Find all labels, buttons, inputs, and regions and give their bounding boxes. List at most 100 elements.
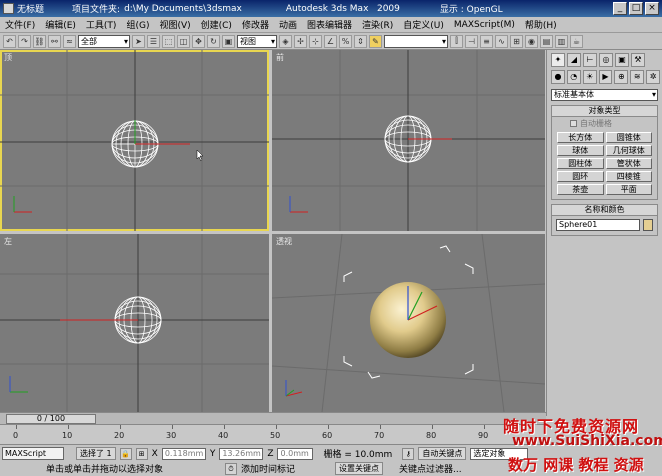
utilities-tab-icon[interactable]: ⚒ <box>631 53 645 67</box>
key-filters-button[interactable]: 关键点过滤器... <box>399 462 462 475</box>
maxscript-listener[interactable]: MAXScript <box>2 447 64 460</box>
select-object-icon[interactable]: ➤ <box>132 34 145 48</box>
select-by-name-icon[interactable]: ☰ <box>147 34 160 48</box>
cone-button[interactable]: 圆锥体 <box>605 132 652 143</box>
viewport-perspective[interactable]: 透视 <box>272 234 545 412</box>
quick-render-icon[interactable]: ☕ <box>570 34 583 48</box>
menu-tools[interactable]: 工具(T) <box>81 18 122 31</box>
select-scale-icon[interactable]: ▣ <box>222 34 235 48</box>
name-color-header[interactable]: 名称和颜色 <box>552 205 657 216</box>
snap-toggle-icon[interactable]: ⊹ <box>309 34 322 48</box>
object-name-field[interactable]: Sphere01 <box>556 219 640 231</box>
menu-file[interactable]: 文件(F) <box>0 18 40 31</box>
maximize-button[interactable]: □ <box>629 2 643 15</box>
named-selection-icon[interactable]: ✎ <box>369 34 382 48</box>
display-tab-icon[interactable]: ▣ <box>615 53 629 67</box>
absolute-mode-icon[interactable]: ⊞ <box>135 447 148 460</box>
viewport-left[interactable]: 左 <box>0 234 269 412</box>
unlink-icon[interactable]: ⚯ <box>48 34 61 48</box>
menu-animation[interactable]: 动画 <box>274 18 302 31</box>
geosphere-button[interactable]: 几何球体 <box>605 145 652 156</box>
object-color-swatch[interactable] <box>643 219 653 231</box>
autogrid-checkbox[interactable] <box>570 120 577 127</box>
undo-icon[interactable]: ↶ <box>3 34 16 48</box>
helpers-icon[interactable]: ⊕ <box>614 70 629 84</box>
create-tab-icon[interactable]: ✦ <box>551 53 565 67</box>
menu-group[interactable]: 组(G) <box>121 18 154 31</box>
render-frame-icon[interactable]: ▥ <box>555 34 568 48</box>
render-setup-icon[interactable]: ▤ <box>540 34 553 48</box>
rectangle-selection-icon[interactable]: ⬚ <box>162 34 175 48</box>
menu-create[interactable]: 创建(C) <box>196 18 237 31</box>
window-crossing-icon[interactable]: ◫ <box>177 34 190 48</box>
hierarchy-tab-icon[interactable]: ⊢ <box>583 53 597 67</box>
minimize-button[interactable]: _ <box>613 2 627 15</box>
cameras-icon[interactable]: ▶ <box>598 70 613 84</box>
named-selection-sets-dropdown[interactable] <box>384 34 448 48</box>
align-icon[interactable]: ⊣ <box>465 34 478 48</box>
material-editor-icon[interactable]: ◉ <box>525 34 538 48</box>
motion-tab-icon[interactable]: ◎ <box>599 53 613 67</box>
close-button[interactable]: × <box>645 2 659 15</box>
x-coordinate-field[interactable]: 0.118mm <box>161 447 206 460</box>
auto-key-button[interactable]: 自动关键点 <box>418 447 467 460</box>
menu-edit[interactable]: 编辑(E) <box>40 18 81 31</box>
angle-snap-icon[interactable]: ∠ <box>324 34 337 48</box>
mirror-icon[interactable]: ⫿ <box>450 34 463 48</box>
link-icon[interactable]: ⛓ <box>33 34 46 48</box>
menu-view[interactable]: 视图(V) <box>154 18 195 31</box>
add-time-tag[interactable]: 添加时间标记 <box>241 462 295 475</box>
percent-snap-icon[interactable]: % <box>339 34 352 48</box>
select-move-icon[interactable]: ✥ <box>192 34 205 48</box>
pivot-center-icon[interactable]: ◈ <box>279 34 292 48</box>
layer-manager-icon[interactable]: ≡ <box>480 34 493 48</box>
track-bar[interactable]: 0 10 20 30 40 50 60 70 80 90 <box>0 424 546 444</box>
viewport-front[interactable]: 前 <box>272 50 545 231</box>
menu-rendering[interactable]: 渲染(R) <box>357 18 398 31</box>
time-slider-thumb[interactable]: 0 / 100 <box>6 414 96 424</box>
time-slider[interactable]: 0 / 100 <box>0 412 546 424</box>
shapes-icon[interactable]: ◔ <box>566 70 581 84</box>
geometry-icon[interactable]: ● <box>551 70 565 84</box>
key-icon[interactable]: ⚷ <box>402 447 415 460</box>
viewport-top-label[interactable]: 顶 <box>4 52 12 63</box>
y-coordinate-field[interactable]: 13.26mm <box>219 447 264 460</box>
geometry-category-dropdown[interactable]: 标准基本体 <box>551 89 658 101</box>
torus-button[interactable]: 圆环 <box>557 171 604 182</box>
sphere-button[interactable]: 球体 <box>557 145 604 156</box>
reference-coord-dropdown[interactable]: 视图 <box>237 34 277 48</box>
bind-space-warp-icon[interactable]: ≈ <box>63 34 76 48</box>
space-warps-icon[interactable]: ≋ <box>630 70 645 84</box>
redo-icon[interactable]: ↷ <box>18 34 31 48</box>
modify-tab-icon[interactable]: ◢ <box>567 53 581 67</box>
set-key-button[interactable]: 设置关键点 <box>335 462 384 475</box>
menu-modifiers[interactable]: 修改器 <box>237 18 274 31</box>
viewport-front-label[interactable]: 前 <box>276 52 284 63</box>
menu-help[interactable]: 帮助(H) <box>520 18 562 31</box>
curve-editor-icon[interactable]: ∿ <box>495 34 508 48</box>
menu-customize[interactable]: 自定义(U) <box>398 18 449 31</box>
teapot-button[interactable]: 茶壶 <box>557 184 604 195</box>
time-tag-icon[interactable]: ⏱ <box>225 462 238 475</box>
manipulate-icon[interactable]: ✢ <box>294 34 307 48</box>
viewport-left-label[interactable]: 左 <box>4 236 12 247</box>
cylinder-button[interactable]: 圆柱体 <box>557 158 604 169</box>
menu-maxscript[interactable]: MAXScript(M) <box>449 20 520 30</box>
app-icon[interactable] <box>3 3 14 14</box>
object-type-header[interactable]: 对象类型 <box>552 106 657 117</box>
z-coordinate-field[interactable]: 0.0mm <box>277 447 314 460</box>
select-rotate-icon[interactable]: ↻ <box>207 34 220 48</box>
lights-icon[interactable]: ☀ <box>582 70 597 84</box>
box-button[interactable]: 长方体 <box>557 132 604 143</box>
plane-button[interactable]: 平面 <box>605 184 652 195</box>
viewport-perspective-label[interactable]: 透视 <box>276 236 292 247</box>
spinner-snap-icon[interactable]: ⇕ <box>354 34 367 48</box>
viewport-top[interactable]: 顶 <box>0 50 269 231</box>
selection-filter-dropdown[interactable]: 全部 <box>78 34 130 48</box>
systems-icon[interactable]: ✲ <box>646 70 661 84</box>
schematic-view-icon[interactable]: ⊞ <box>510 34 523 48</box>
menu-graph-editors[interactable]: 图表编辑器 <box>302 18 357 31</box>
tube-button[interactable]: 管状体 <box>605 158 652 169</box>
lock-selection-icon[interactable]: 🔒 <box>119 447 132 460</box>
pyramid-button[interactable]: 四棱锥 <box>605 171 652 182</box>
